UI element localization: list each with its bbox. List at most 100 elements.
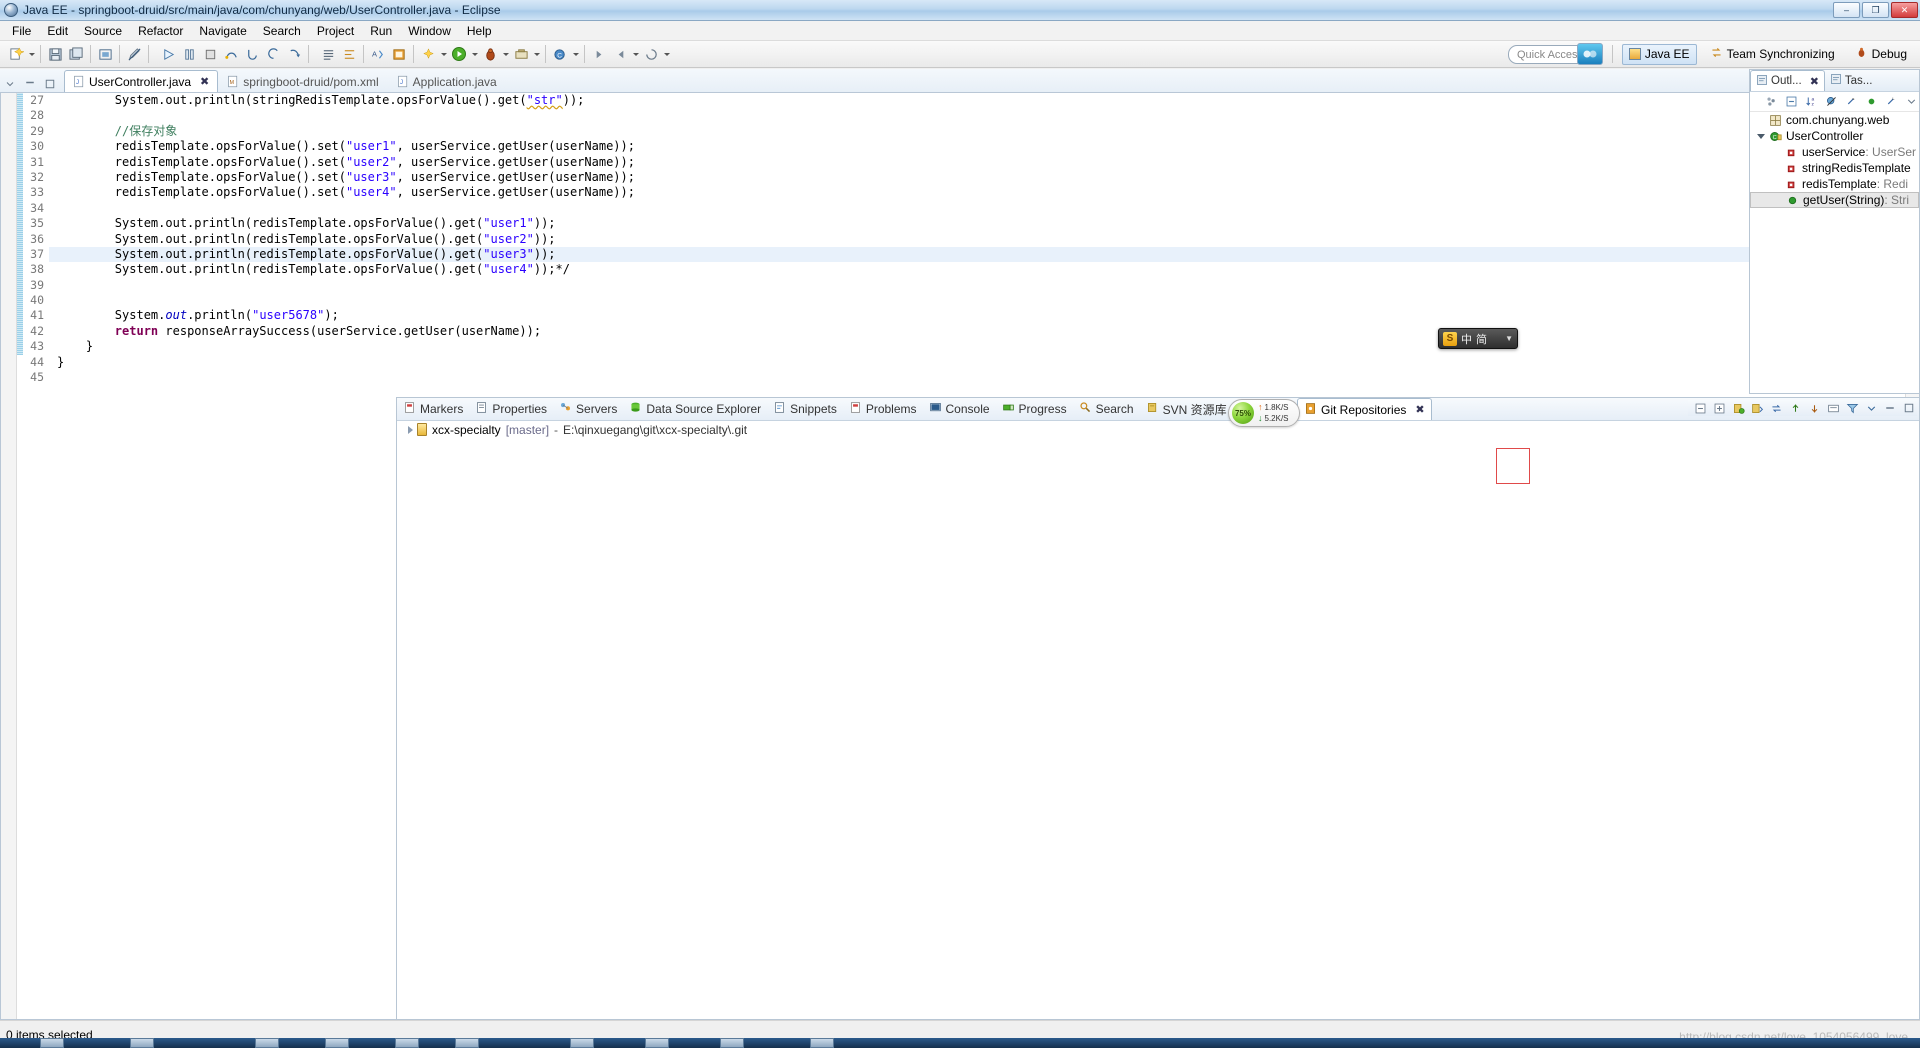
taskbar-item[interactable] (325, 1038, 349, 1048)
code-line[interactable]: System.out.println(redisTemplate.opsForV… (49, 262, 1919, 277)
outline-view-menu-icon[interactable] (1903, 94, 1919, 110)
bottom-tab-close-icon[interactable]: ✖ (1415, 403, 1424, 416)
menu-project[interactable]: Project (309, 22, 362, 40)
menu-refactor[interactable]: Refactor (130, 22, 191, 40)
menu-navigate[interactable]: Navigate (191, 22, 254, 40)
save-icon[interactable] (45, 44, 65, 64)
code-line[interactable]: redisTemplate.opsForValue().set("user1",… (49, 139, 1919, 154)
spellcheck-icon[interactable]: A (368, 44, 388, 64)
code-line[interactable]: } (49, 355, 1919, 370)
bp-collapse-all-icon[interactable] (1692, 400, 1708, 416)
pause-icon[interactable] (179, 44, 199, 64)
menu-run[interactable]: Run (362, 22, 400, 40)
code-line[interactable]: System.out.println(redisTemplate.opsForV… (49, 216, 1919, 231)
bottom-tab-datasource[interactable]: Data Source Explorer (623, 398, 767, 420)
code-line[interactable]: System.out.println(stringRedisTemplate.o… (49, 93, 1919, 108)
outline-menu-icon[interactable] (1764, 94, 1780, 110)
menu-search[interactable]: Search (255, 22, 309, 40)
bottom-tab-problems[interactable]: Problems (843, 398, 923, 420)
taskbar-item[interactable] (130, 1038, 154, 1048)
back-nav-icon[interactable] (610, 44, 630, 64)
code-line[interactable] (49, 108, 1919, 123)
bottom-tab-markers[interactable]: Markers (397, 398, 469, 420)
outline-tree[interactable]: com.chunyang.web C UserController userServi… (1750, 112, 1919, 208)
menu-edit[interactable]: Edit (39, 22, 76, 40)
outline-row[interactable]: userService : UserSer (1750, 144, 1919, 160)
maximize-button[interactable]: ❐ (1862, 2, 1889, 18)
git-repositories-content[interactable]: xcx-specialty [master] - E:\qinxuegang\g… (397, 421, 1919, 1019)
search-declaration-icon[interactable] (418, 44, 438, 64)
history-dropdown-icon[interactable] (662, 44, 671, 64)
code-line[interactable] (49, 370, 1919, 385)
hide-nonpublic-icon[interactable] (1863, 94, 1879, 110)
editor-restore-icon[interactable] (22, 76, 38, 92)
outline-tab-close-icon[interactable]: ✖ (1810, 75, 1819, 88)
perspective-debug[interactable]: Debug (1848, 44, 1914, 65)
print-icon[interactable] (95, 44, 115, 64)
code-line[interactable]: redisTemplate.opsForValue().set("user4",… (49, 185, 1919, 200)
stop-icon[interactable] (200, 44, 220, 64)
forward-nav-icon[interactable] (589, 44, 609, 64)
run-dropdown-icon[interactable] (470, 44, 479, 64)
taskbar-item[interactable] (40, 1038, 64, 1048)
editor-tab-close-icon[interactable]: ✖ (200, 75, 209, 88)
menu-source[interactable]: Source (76, 22, 130, 40)
bp-add-repo-icon[interactable] (1730, 400, 1746, 416)
bottom-tab-search[interactable]: Search (1073, 398, 1140, 420)
code-line[interactable]: redisTemplate.opsForValue().set("user2",… (49, 155, 1919, 170)
code-line[interactable]: return responseArraySuccess(userService.… (49, 324, 1919, 339)
taskbar-item[interactable] (255, 1038, 279, 1048)
list-icon[interactable] (318, 44, 338, 64)
hide-static-icon[interactable]: s (1844, 94, 1860, 110)
search-dropdown-icon[interactable] (439, 44, 448, 64)
taskbar-item[interactable] (455, 1038, 479, 1048)
code-line[interactable]: } (49, 339, 1919, 354)
editor-annotation-gutter[interactable] (1, 93, 17, 1019)
debug-bug-icon[interactable] (480, 44, 500, 64)
bp-push-icon[interactable] (1787, 400, 1803, 416)
editor-tab-2[interactable]: J Application.java (388, 70, 506, 92)
hide-local-icon[interactable]: L (1883, 94, 1899, 110)
bp-minimize-icon[interactable] (1882, 400, 1898, 416)
taskbar-item[interactable] (570, 1038, 594, 1048)
format-icon[interactable] (339, 44, 359, 64)
git-repository-row[interactable]: xcx-specialty [master] - E:\qinxuegang\g… (397, 421, 1919, 438)
step-into-icon[interactable] (242, 44, 262, 64)
bottom-tab-git[interactable]: Git Repositories ✖ (1297, 398, 1432, 420)
bp-pull-icon[interactable] (1806, 400, 1822, 416)
new-dropdown-icon[interactable] (27, 44, 36, 64)
editor-tab-1[interactable]: Mspringboot-druid/pom.xml (218, 70, 387, 92)
bp-maximize-icon[interactable] (1901, 400, 1917, 416)
code-line[interactable]: System.out.println(redisTemplate.opsForV… (49, 232, 1919, 247)
code-line[interactable] (49, 201, 1919, 216)
network-speed-widget[interactable]: 75% ↑ 1.8K/S ↓ 5.2K/S (1228, 399, 1300, 427)
code-line[interactable] (49, 293, 1919, 308)
ime-mode-label[interactable]: 中 (1461, 331, 1472, 347)
step-over-icon[interactable] (221, 44, 241, 64)
outline-row[interactable]: getUser(String) : Stri (1750, 192, 1919, 208)
history-icon[interactable] (641, 44, 661, 64)
step-return-icon[interactable] (263, 44, 283, 64)
nav-dropdown-icon[interactable] (631, 44, 640, 64)
editor-tab-0[interactable]: J UserController.java ✖ (64, 70, 219, 92)
resume-icon[interactable] (284, 44, 304, 64)
bp-fetch-icon[interactable] (1768, 400, 1784, 416)
code-line[interactable]: System.out.println("user5678"); (49, 308, 1919, 323)
outline-twisty-icon[interactable] (1754, 128, 1768, 144)
bp-link-editor-icon[interactable] (1825, 400, 1841, 416)
perspective-java-ee[interactable]: Java EE (1621, 43, 1697, 65)
open-type-icon[interactable] (389, 44, 409, 64)
bottom-tab-progress[interactable]: Progress (996, 398, 1073, 420)
run-last-icon[interactable] (158, 44, 178, 64)
outline-row[interactable]: C UserController (1750, 128, 1919, 144)
taskbar-item[interactable] (720, 1038, 744, 1048)
menu-help[interactable]: Help (459, 22, 500, 40)
close-button[interactable]: ✕ (1891, 2, 1918, 18)
menu-file[interactable]: File (4, 22, 39, 40)
code-line[interactable]: redisTemplate.opsForValue().set("user3",… (49, 170, 1919, 185)
minimize-button[interactable]: – (1833, 2, 1860, 18)
new-icon[interactable] (6, 44, 26, 64)
bottom-tab-console[interactable]: Console (923, 398, 996, 420)
external-tools-icon[interactable] (511, 44, 531, 64)
outline-tab-1[interactable]: Tas... (1825, 70, 1877, 91)
